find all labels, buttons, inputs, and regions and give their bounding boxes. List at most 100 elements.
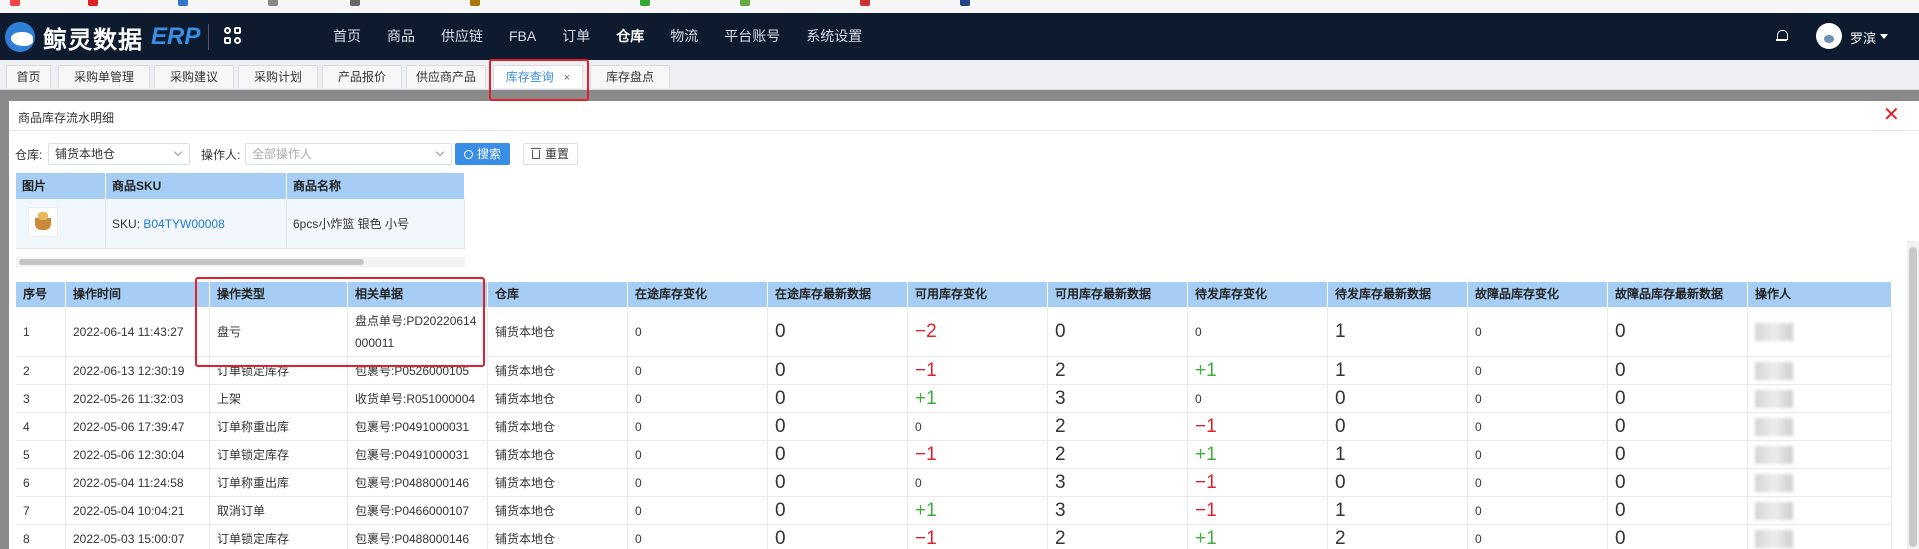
- nav-item[interactable]: 系统设置: [793, 13, 875, 60]
- table-row[interactable]: 2 2022-06-13 12:30:19 订单锁定库存 包裹号:P052600010…: [16, 357, 1892, 385]
- bookmark-item[interactable]: [268, 0, 282, 7]
- cell-related-doc: 包裹号:P0491000031: [348, 441, 488, 468]
- cell-operator: [1748, 525, 1892, 549]
- tab-purchase-suggestions[interactable]: 采购建议: [154, 65, 234, 88]
- bell-icon[interactable]: [1776, 29, 1788, 42]
- cell-value: 上架: [217, 392, 242, 406]
- operator-select[interactable]: 全部操作人: [245, 143, 452, 165]
- bookmark-item[interactable]: [178, 0, 192, 7]
- scrollbar-thumb[interactable]: [1909, 247, 1917, 547]
- cell-pending-change: −1: [1188, 413, 1328, 440]
- search-button[interactable]: 搜索: [455, 143, 511, 165]
- cell-value: 5: [23, 447, 30, 462]
- cell-value: 0: [775, 387, 786, 409]
- nav-item[interactable]: 平台账号: [711, 13, 793, 60]
- cell-value: 2022-05-04 11:24:58: [73, 475, 184, 490]
- operator-redacted: [1755, 501, 1793, 520]
- cell-operation-type: 订单称重出库: [210, 469, 348, 496]
- cell-value: 收货单号:R051000004: [355, 392, 476, 406]
- cell-value: 0: [1475, 363, 1482, 378]
- cell-related-doc: 包裹号:P0526000105: [348, 357, 488, 384]
- table-row[interactable]: 1 2022-06-14 11:43:27 盘亏 盘点单号:PD20220614000…: [16, 307, 1892, 357]
- tab-product-quotes[interactable]: 产品报价: [322, 65, 402, 88]
- avatar[interactable]: [1816, 23, 1842, 49]
- cell-value: 3: [23, 391, 30, 406]
- close-icon[interactable]: ✕: [1883, 103, 1900, 127]
- cell-warehouse: 铺货本地仓: [488, 441, 628, 468]
- scrollbar-thumb[interactable]: [19, 259, 364, 265]
- horizontal-scrollbar[interactable]: [16, 257, 465, 267]
- vertical-scrollbar[interactable]: [1907, 241, 1919, 549]
- cell-value: 2: [23, 363, 30, 378]
- sku-link[interactable]: B04TYW00008: [143, 217, 224, 231]
- tab-label: 产品报价: [337, 70, 386, 84]
- cell-operation-type: 盘亏: [210, 307, 348, 356]
- tab-supplier-products[interactable]: 供应商产品: [406, 65, 486, 88]
- cell-value: 订单锁定库存: [217, 448, 290, 462]
- table-row[interactable]: 5 2022-05-06 12:30:04 订单锁定库存 包裹号:P049100003…: [16, 441, 1892, 469]
- cell-transit-latest: 0: [768, 497, 908, 524]
- cell-defect-change: 0: [1468, 357, 1608, 384]
- nav-item[interactable]: FBA: [496, 13, 549, 60]
- bookmark-item[interactable]: [350, 0, 364, 7]
- tab-purchase-plan[interactable]: 采购计划: [238, 65, 318, 88]
- reset-button[interactable]: 重置: [523, 143, 579, 165]
- nav-item[interactable]: 供应链: [428, 13, 496, 60]
- table-row[interactable]: 4 2022-05-06 17:39:47 订单称重出库 包裹号:P049100003…: [16, 413, 1892, 441]
- cell-value: 3: [1055, 471, 1066, 493]
- column-header: 仓库: [488, 282, 628, 307]
- close-icon[interactable]: ×: [564, 72, 570, 84]
- panel-header: 商品库存流水明细 ✕: [9, 101, 1919, 131]
- cell-pending-change: +1: [1188, 357, 1328, 384]
- nav-item[interactable]: 首页: [320, 13, 374, 60]
- warehouse-select[interactable]: 铺货本地仓: [48, 143, 190, 165]
- cell-time: 2022-05-04 11:24:58: [66, 469, 210, 496]
- cell-available-latest: 2: [1048, 357, 1188, 384]
- cell-time: 2022-05-06 17:39:47: [66, 413, 210, 440]
- cell-defect-latest: 0: [1608, 525, 1748, 549]
- bookmark-item[interactable]: [640, 0, 654, 7]
- table-row[interactable]: 3 2022-05-26 11:32:03 上架 收货单号:R051000004 铺货本…: [16, 385, 1892, 413]
- cell-value: 0: [635, 391, 642, 406]
- cell-defect-change: 0: [1468, 497, 1608, 524]
- page-tabs-bar: 首页 采购单管理 采购建议 采购计划 产品报价 供应商产品 库存查询 × 库存盘点: [0, 60, 1919, 90]
- nav-item[interactable]: 订单: [549, 13, 603, 60]
- apps-icon[interactable]: [224, 27, 244, 47]
- cell-value: −1: [915, 527, 937, 549]
- cell-defect-change: 0: [1468, 385, 1608, 412]
- nav-item[interactable]: 物流: [657, 13, 711, 60]
- tab-inventory-query[interactable]: 库存查询 ×: [493, 65, 583, 88]
- tab-home[interactable]: 首页: [6, 65, 51, 88]
- column-header: 在途库存最新数据: [768, 282, 908, 307]
- product-thumbnail[interactable]: [28, 207, 58, 237]
- cell-value: 包裹号:P0491000031: [355, 448, 470, 462]
- username[interactable]: 罗滨: [1850, 28, 1876, 47]
- tab-inventory-count[interactable]: 库存盘点: [590, 65, 670, 88]
- chevron-down-icon[interactable]: [1880, 34, 1888, 39]
- bookmark-item[interactable]: [860, 0, 874, 7]
- cell-related-doc: 包裹号:P0488000146: [348, 469, 488, 496]
- column-header: 待发库存变化: [1188, 282, 1328, 307]
- bookmark-item[interactable]: [740, 0, 754, 7]
- cell-value: 2022-06-14 11:43:27: [73, 324, 184, 339]
- bookmark-item[interactable]: [960, 0, 974, 7]
- tab-purchase-orders[interactable]: 采购单管理: [58, 65, 150, 88]
- column-header-product-name: 商品名称: [287, 173, 465, 199]
- table-row[interactable]: 6 2022-05-04 11:24:58 订单称重出库 包裹号:P048800014…: [16, 469, 1892, 497]
- cell-index: 4: [16, 413, 66, 440]
- table-row[interactable]: 8 2022-05-03 15:00:07 订单锁定库存 包裹号:P048800014…: [16, 525, 1892, 549]
- cell-value: 0: [635, 363, 642, 378]
- app-logo[interactable]: 鲸灵数据 ERP: [5, 20, 200, 54]
- search-icon: [464, 150, 473, 159]
- cell-transit-latest: 0: [768, 385, 908, 412]
- cell-value: 盘点单号:PD20220614000011: [355, 313, 477, 350]
- product-image-cell: [16, 199, 106, 249]
- cell-available-change: −1: [908, 525, 1048, 549]
- bookmark-item[interactable]: [88, 0, 102, 7]
- bookmark-item[interactable]: [470, 0, 484, 7]
- cell-value: 盘亏: [217, 325, 242, 339]
- nav-item[interactable]: 仓库: [603, 13, 657, 60]
- nav-item[interactable]: 商品: [374, 13, 428, 60]
- table-row[interactable]: 7 2022-05-04 10:04:21 取消订单 包裹号:P0466000107 铺…: [16, 497, 1892, 525]
- bookmark-item[interactable]: [10, 0, 24, 7]
